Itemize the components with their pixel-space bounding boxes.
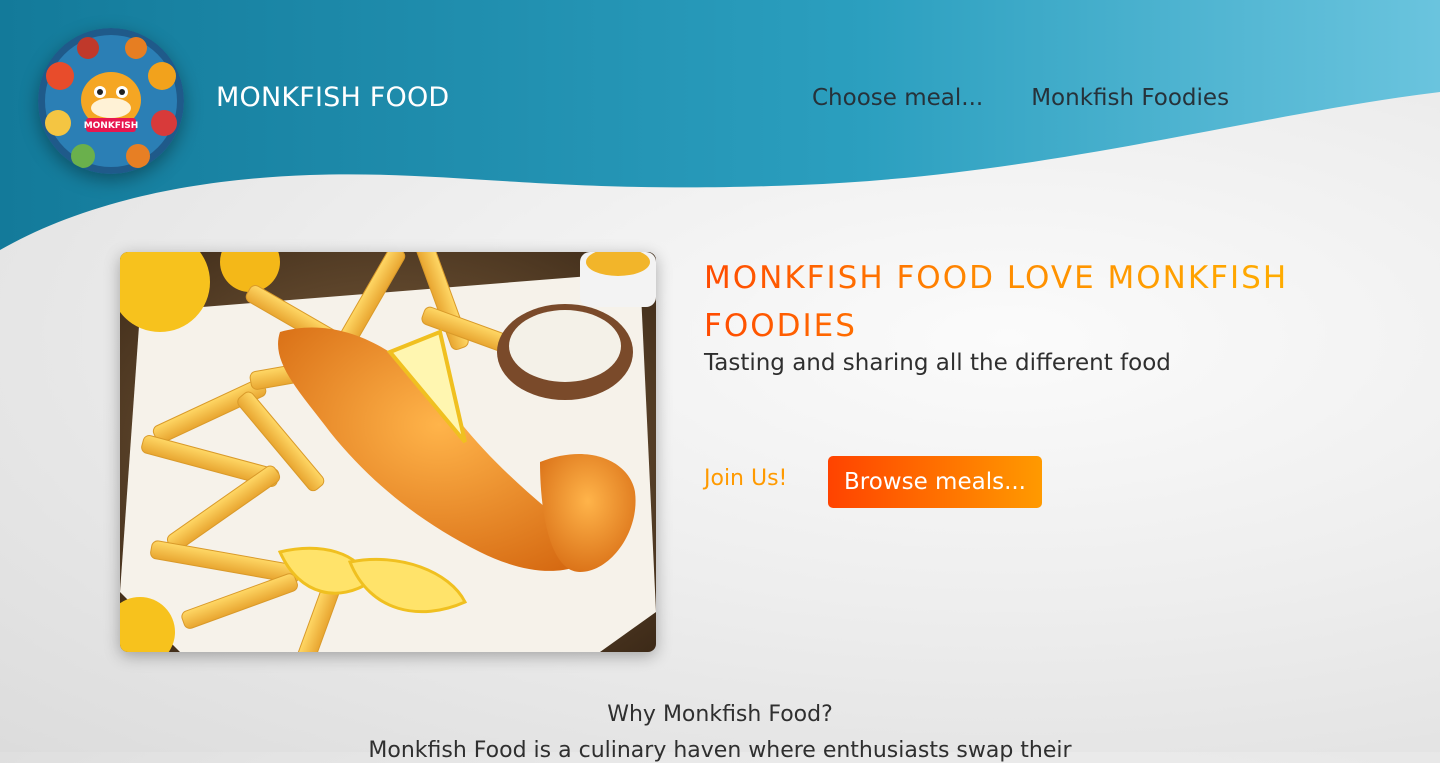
hero-title: MONKFISH FOOD LOVE MONKFISH FOODIES (704, 254, 1324, 350)
header-wave-background (0, 0, 1440, 250)
browse-meals-button[interactable]: Browse meals... (828, 456, 1042, 508)
logo-text: MONKFISH (84, 121, 139, 131)
fish-and-chips-image (120, 252, 656, 652)
main-nav: Choose meal... Monkfish Foodies (812, 85, 1229, 111)
brand-name[interactable]: MONKFISH FOOD (216, 82, 449, 113)
why-heading: Why Monkfish Food? (607, 702, 833, 727)
about-text: Monkfish Food is a culinary haven where … (368, 738, 1072, 763)
nav-choose-meal[interactable]: Choose meal... (812, 85, 983, 111)
nav-monkfish-foodies[interactable]: Monkfish Foodies (1031, 85, 1229, 111)
site-logo[interactable]: MONKFISH (38, 28, 184, 174)
join-us-link[interactable]: Join Us! (704, 466, 787, 491)
hero-subtitle: Tasting and sharing all the different fo… (704, 350, 1171, 376)
